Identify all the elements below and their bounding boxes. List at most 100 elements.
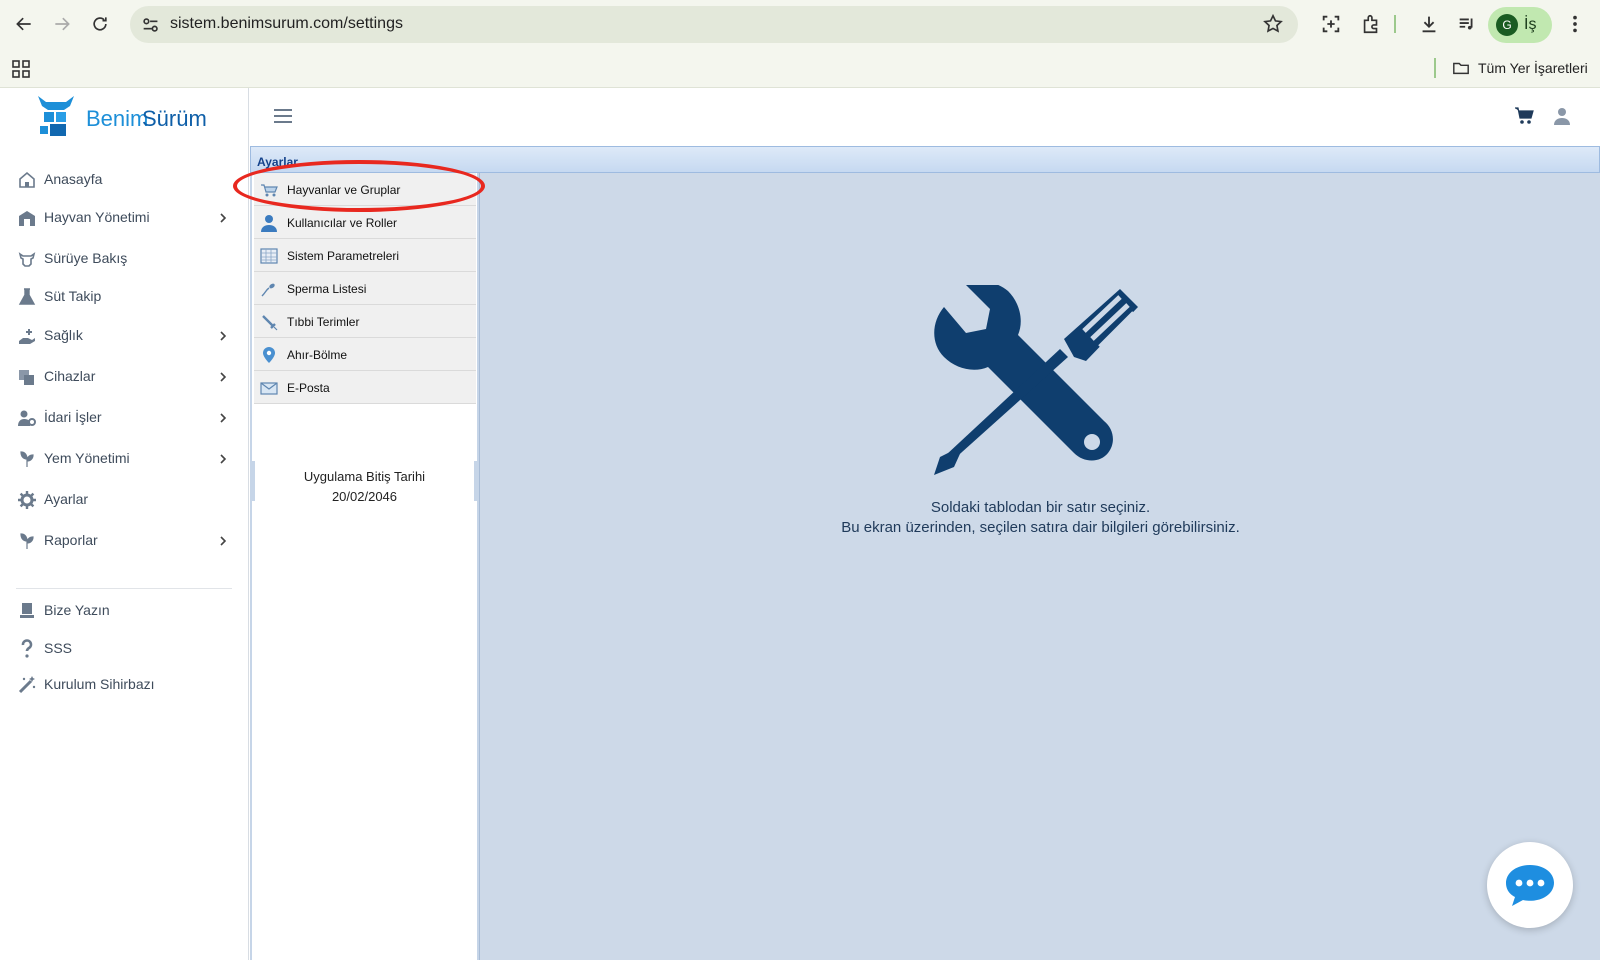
list-item-label: Hayvanlar ve Gruplar: [287, 183, 401, 197]
sidebar: Benim Sürüm Anasayfa Hayvan Yönetimi Sür…: [0, 88, 249, 960]
folder-icon: [1453, 62, 1469, 75]
list-item-label: Tıbbi Terimler: [287, 315, 360, 329]
toolbar-divider: [1394, 15, 1396, 33]
all-bookmarks-folder[interactable]: Tüm Yer İşaretleri: [1452, 59, 1588, 77]
sidebar-item-label: Sağlık: [44, 327, 83, 343]
settings-title-bar: Ayarlar: [250, 146, 1600, 173]
sidebar-item-ayarlar[interactable]: Ayarlar: [0, 484, 249, 516]
benimsurum-logo[interactable]: Benim Sürüm: [36, 92, 216, 140]
bookmarks-folder-label: Tüm Yer İşaretleri: [1478, 60, 1588, 76]
sidebar-item-label: Süt Takip: [44, 288, 102, 304]
envelope-icon: [260, 382, 278, 395]
logo-text-surum: Sürüm: [142, 106, 207, 131]
app-expiry-info: Uygulama Bitiş Tarihi 20/02/2046: [252, 467, 477, 507]
chat-icon: [1506, 865, 1554, 906]
user-icon: [261, 215, 277, 232]
reload-icon: [93, 17, 107, 31]
list-item-sistem-parametreleri[interactable]: Sistem Parametreleri: [254, 239, 476, 272]
screenshot-icon[interactable]: [1320, 13, 1342, 35]
gear-icon: [18, 491, 36, 509]
sidebar-item-anasayfa[interactable]: Anasayfa: [0, 164, 249, 196]
list-item-tibbi-terimler[interactable]: Tıbbi Terimler: [254, 305, 476, 338]
chevron-right-icon: [220, 372, 227, 382]
reload-button[interactable]: [88, 12, 112, 36]
list-item-hayvanlar-ve-gruplar[interactable]: Hayvanlar ve Gruplar: [254, 173, 476, 206]
more-menu-icon[interactable]: [1564, 13, 1586, 35]
sidebar-item-label: SSS: [44, 640, 73, 656]
list-item-label: Sistem Parametreleri: [287, 249, 400, 263]
extensions-icon[interactable]: [1360, 13, 1382, 35]
expiry-label: Uygulama Bitiş Tarihi: [303, 469, 426, 484]
list-item-e-posta[interactable]: E-Posta: [254, 371, 476, 404]
chevron-right-icon: [220, 331, 227, 341]
download-icon[interactable]: [1418, 13, 1440, 35]
list-item-sperma-listesi[interactable]: Sperma Listesi: [254, 272, 476, 305]
sidebar-item-kurulum-sihirbazi[interactable]: Kurulum Sihirbazı: [0, 669, 249, 701]
hamburger-menu-icon[interactable]: [272, 106, 294, 126]
browser-toolbar: sistem.benimsurum.com/settings G İş: [0, 0, 1600, 50]
sidebar-item-sss[interactable]: SSS: [0, 633, 249, 665]
apps-grid-icon[interactable]: [12, 60, 30, 78]
sidebar-item-label: Sürüye Bakış: [44, 250, 128, 266]
expiry-right-border: [474, 461, 477, 501]
sperm-icon: [261, 283, 275, 297]
list-item-label: E-Posta: [287, 381, 330, 395]
sidebar-item-label: Kurulum Sihirbazı: [44, 676, 155, 692]
chevron-right-icon: [220, 413, 227, 423]
address-bar[interactable]: sistem.benimsurum.com/settings: [130, 6, 1298, 43]
sidebar-item-suruye-bakis[interactable]: Sürüye Bakış: [0, 243, 249, 275]
media-control-icon[interactable]: [1456, 13, 1478, 35]
barn-icon: [19, 211, 35, 226]
detail-content-area: Soldaki tablodan bir satır seçiniz. Bu e…: [479, 173, 1600, 960]
sidebar-item-idari-isler[interactable]: İdari İşler: [0, 402, 249, 434]
contact-icon: [20, 603, 34, 618]
chevron-right-icon: [220, 213, 227, 223]
app-header: [250, 88, 1600, 146]
list-item-kullanicilar-ve-roller[interactable]: Kullanıcılar ve Roller: [254, 206, 476, 239]
sidebar-item-saglik[interactable]: Sağlık: [0, 320, 249, 352]
cow-icon: [18, 252, 36, 267]
back-button[interactable]: [12, 12, 36, 36]
syringe-icon: [262, 315, 278, 331]
location-pin-icon: [263, 347, 275, 363]
profile-name: İş: [1524, 16, 1537, 33]
logo-text-benim: Benim: [86, 106, 148, 131]
sidebar-item-label: Yem Yönetimi: [44, 450, 130, 466]
site-settings-icon[interactable]: [140, 14, 162, 36]
forward-button[interactable]: [50, 12, 74, 36]
flask-icon: [18, 288, 36, 305]
sidebar-item-raporlar[interactable]: Raporlar: [0, 525, 249, 557]
wrench-screwdriver-icon: [934, 285, 1138, 475]
profile-button[interactable]: G İş: [1488, 7, 1552, 43]
seedling-icon: [20, 533, 34, 549]
expiry-date: 20/02/2046: [331, 489, 398, 504]
bookmark-star-icon[interactable]: [1262, 13, 1284, 35]
list-item-ahir-bolme[interactable]: Ahır-Bölme: [254, 338, 476, 371]
sidebar-item-yem-yonetimi[interactable]: Yem Yönetimi: [0, 443, 249, 475]
seedling-icon: [20, 451, 34, 467]
devices-icon: [19, 370, 34, 385]
sidebar-item-hayvan-yonetimi[interactable]: Hayvan Yönetimi: [0, 202, 249, 234]
sidebar-item-bize-yazin[interactable]: Bize Yazın: [0, 595, 249, 627]
bookmarks-divider: [1434, 58, 1436, 78]
sidebar-item-label: Cihazlar: [44, 368, 96, 384]
question-icon: [21, 639, 33, 658]
user-account-icon[interactable]: [1552, 106, 1572, 126]
list-item-label: Ahır-Bölme: [287, 348, 348, 362]
live-chat-button[interactable]: [1487, 842, 1573, 928]
list-item-label: Kullanıcılar ve Roller: [287, 216, 398, 230]
arrow-right-icon: [55, 17, 70, 31]
sidebar-item-cihazlar[interactable]: Cihazlar: [0, 361, 249, 393]
sidebar-item-label: İdari İşler: [44, 409, 102, 425]
info-line-2: Bu ekran üzerinden, seçilen satıra dair …: [841, 519, 1240, 536]
cart-animals-icon: [261, 184, 278, 197]
cart-icon[interactable]: [1514, 106, 1534, 126]
sidebar-item-sut-takip[interactable]: Süt Takip: [0, 281, 249, 313]
sidebar-item-label: Anasayfa: [44, 171, 103, 187]
avatar: G: [1496, 14, 1518, 36]
settings-list: Hayvanlar ve Gruplar Kullanıcılar ve Rol…: [250, 173, 479, 960]
wand-icon: [18, 676, 36, 694]
sidebar-divider: [16, 588, 232, 589]
chevron-right-icon: [220, 454, 227, 464]
list-item-label: Sperma Listesi: [287, 282, 367, 296]
